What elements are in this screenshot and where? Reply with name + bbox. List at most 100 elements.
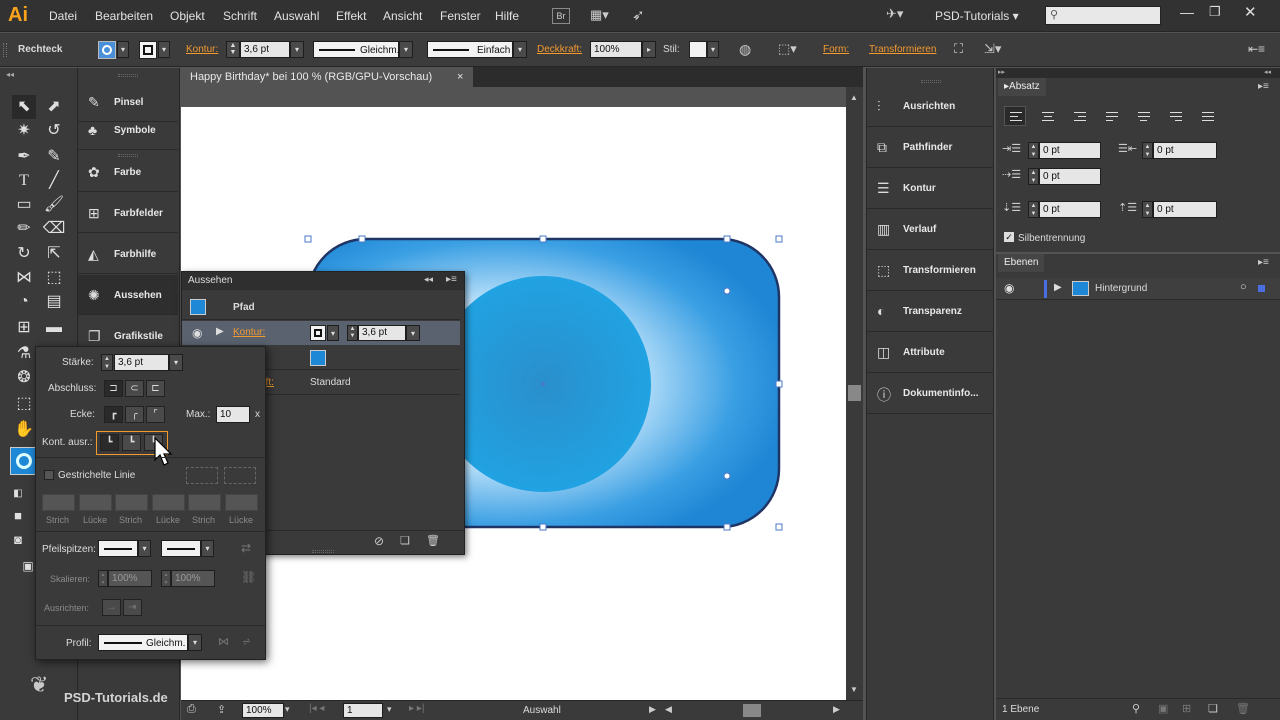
gap-field-3[interactable] bbox=[225, 494, 258, 511]
scroll-up-icon[interactable]: ▲ bbox=[850, 93, 858, 102]
staerke-input[interactable]: 3,6 pt bbox=[114, 354, 169, 371]
menu-objekt[interactable]: Objekt bbox=[170, 9, 205, 23]
scale-tool-icon[interactable]: ⇱ bbox=[42, 242, 66, 266]
document-tab[interactable]: Happy Birthday* bei 100 % (RGB/GPU-Vorsc… bbox=[181, 67, 473, 87]
stroke-weight-input[interactable]: 3,6 pt bbox=[358, 325, 406, 341]
tab-ebenen[interactable]: Ebenen bbox=[998, 254, 1045, 272]
round-join-icon[interactable]: ╭ bbox=[125, 406, 144, 423]
flip-horizontal-icon[interactable]: ⋈ bbox=[218, 635, 229, 648]
form-link[interactable]: Form: bbox=[823, 44, 849, 55]
align-dash-icon[interactable] bbox=[224, 467, 256, 484]
pencil-tool-icon[interactable]: ✏ bbox=[12, 217, 36, 241]
variable-width-profile[interactable]: Gleichm. bbox=[313, 41, 399, 58]
panel-farbfelder[interactable]: ⊞ Farbfelder bbox=[78, 193, 178, 233]
delete-item-icon[interactable]: 🗑 bbox=[426, 534, 440, 547]
deckkraft-link[interactable]: Deckkraft: bbox=[537, 44, 582, 55]
align-grid-icon[interactable]: ⬚▾ bbox=[778, 41, 797, 57]
corner-widget[interactable] bbox=[723, 472, 731, 480]
paintbrush-tool-icon[interactable]: 🖌 bbox=[42, 193, 66, 217]
align-stroke-inside-icon[interactable]: ┗ bbox=[122, 434, 141, 451]
panel-menu-icon[interactable]: ▸≡ bbox=[1258, 81, 1269, 92]
link-scale-icon[interactable]: ⛓ bbox=[241, 570, 256, 584]
space-after-stepper[interactable]: ▲ ▼ bbox=[1142, 201, 1153, 218]
justify-all-icon[interactable] bbox=[1196, 106, 1218, 126]
stroke-swatch[interactable] bbox=[139, 41, 157, 59]
panel-farbe[interactable]: ✿ Farbe bbox=[78, 152, 178, 192]
menu-auswahl[interactable]: Auswahl bbox=[274, 9, 319, 23]
new-sublayer-icon[interactable]: ⊞ bbox=[1182, 702, 1191, 715]
stroke-weight-dropdown[interactable]: ▾ bbox=[290, 41, 304, 58]
stroke-weight-stepper[interactable]: ▲ ▼ bbox=[226, 41, 240, 58]
staerke-stepper[interactable]: ▲ ▼ bbox=[101, 354, 113, 371]
indent-left-stepper[interactable]: ▲ ▼ bbox=[1028, 142, 1039, 159]
menu-fenster[interactable]: Fenster bbox=[440, 9, 481, 23]
justify-left-icon[interactable] bbox=[1100, 106, 1122, 126]
panel-verlauf[interactable]: ▥ Verlauf bbox=[867, 209, 994, 250]
gap-field-1[interactable] bbox=[79, 494, 112, 511]
kontur-row[interactable]: ◉ ▶ Kontur: ▾ ▲ ▼ 3,6 pt ▾ bbox=[182, 321, 460, 345]
stroke-dropdown[interactable]: ▾ bbox=[158, 41, 170, 58]
transform-again-icon[interactable]: ⇲▾ bbox=[984, 41, 1001, 57]
duplicate-item-icon[interactable]: ❏ bbox=[400, 534, 410, 547]
close-button[interactable]: ✕ bbox=[1244, 3, 1257, 21]
scroll-left-icon[interactable]: ◀ bbox=[665, 704, 672, 715]
free-transform-tool-icon[interactable]: ⬚ bbox=[42, 266, 66, 290]
scale-start-stepper[interactable]: ▲ ▼ bbox=[98, 570, 108, 587]
justify-center-icon[interactable] bbox=[1132, 106, 1154, 126]
first-line-stepper[interactable]: ▲ ▼ bbox=[1028, 168, 1039, 185]
print-icon[interactable]: ⎙ bbox=[187, 703, 196, 716]
panel-dokumentinfo[interactable]: ⓘ Dokumentinfo... bbox=[867, 373, 994, 414]
opacity-input[interactable]: 100% bbox=[590, 41, 642, 58]
export-icon[interactable]: ⇪ bbox=[217, 703, 226, 716]
preserve-dash-icon[interactable] bbox=[186, 467, 218, 484]
profile-dropdown[interactable]: ▾ bbox=[188, 634, 202, 651]
scroll-down-icon[interactable]: ▼ bbox=[850, 685, 858, 694]
kontur-link[interactable]: Kontur: bbox=[233, 327, 265, 338]
projecting-cap-icon[interactable]: ⊏ bbox=[146, 380, 165, 397]
panel-transparenz[interactable]: ◐ Transparenz bbox=[867, 291, 994, 332]
first-page-icon[interactable]: |◂ ◂ bbox=[309, 703, 324, 714]
visibility-eye-icon[interactable]: ◉ bbox=[192, 326, 202, 340]
menu-schrift[interactable]: Schrift bbox=[223, 9, 257, 23]
butt-cap-icon[interactable]: ⊐ bbox=[104, 380, 123, 397]
type-tool-icon[interactable]: T bbox=[12, 169, 36, 193]
swap-arrowheads-icon[interactable]: ⇄ bbox=[241, 541, 251, 555]
fill-swatch[interactable] bbox=[98, 41, 116, 59]
miter-limit-input[interactable]: 10 bbox=[216, 406, 250, 423]
eraser-tool-icon[interactable]: ⌫ bbox=[42, 217, 66, 241]
panel-pathfinder[interactable]: ⧉ Pathfinder bbox=[867, 127, 994, 168]
align-right-icon[interactable] bbox=[1068, 106, 1090, 126]
dashed-line-checkbox[interactable] bbox=[44, 470, 54, 480]
sync-icon[interactable]: ✈▾ bbox=[886, 6, 903, 22]
hyphenation-checkbox[interactable]: ✓ bbox=[1004, 232, 1014, 242]
expand-layer-icon[interactable]: ▶ bbox=[1054, 282, 1062, 293]
selection-tool-icon[interactable]: ⬉ bbox=[12, 95, 36, 119]
target-icon[interactable]: ○ bbox=[1240, 281, 1247, 293]
stroke-weight-input[interactable]: 3,6 pt bbox=[240, 41, 290, 58]
path-row[interactable]: Pfad bbox=[182, 294, 460, 320]
menu-datei[interactable]: Datei bbox=[49, 9, 77, 23]
page-input[interactable]: 1 bbox=[343, 703, 383, 718]
visibility-eye-icon[interactable]: ◉ bbox=[1004, 281, 1014, 295]
profile-dropdown[interactable]: ▾ bbox=[399, 41, 413, 58]
last-page-icon[interactable]: ▸ ▸| bbox=[409, 703, 424, 714]
menu-effekt[interactable]: Effekt bbox=[336, 9, 366, 23]
space-after-input[interactable]: 0 pt bbox=[1153, 201, 1217, 218]
zoom-input[interactable]: 100% bbox=[242, 703, 284, 718]
stroke-weight-stepper[interactable]: ▲ ▼ bbox=[347, 325, 358, 341]
fill-swatch[interactable] bbox=[310, 350, 326, 366]
round-cap-icon[interactable]: ⊂ bbox=[125, 380, 144, 397]
indent-left-input[interactable]: 0 pt bbox=[1039, 142, 1101, 159]
perspective-grid-tool-icon[interactable]: ▤ bbox=[42, 290, 66, 314]
indent-right-input[interactable]: 0 pt bbox=[1153, 142, 1217, 159]
rocket-icon[interactable]: ➶ bbox=[632, 6, 645, 24]
dash-field-3[interactable] bbox=[188, 494, 221, 511]
vertical-scrollbar[interactable]: ▲ ▼ bbox=[846, 87, 863, 700]
new-layer-icon[interactable]: ❏ bbox=[1208, 702, 1218, 715]
bridge-icon[interactable]: Br bbox=[552, 8, 570, 24]
panel-attribute[interactable]: ◫ Attribute bbox=[867, 332, 994, 373]
resize-grip[interactable] bbox=[312, 550, 334, 553]
workspace-switcher[interactable]: PSD-Tutorials ▾ bbox=[935, 9, 1019, 23]
start-arrowhead-dropdown[interactable]: ▾ bbox=[138, 540, 151, 557]
scale-end-input[interactable]: 100% bbox=[171, 570, 215, 587]
